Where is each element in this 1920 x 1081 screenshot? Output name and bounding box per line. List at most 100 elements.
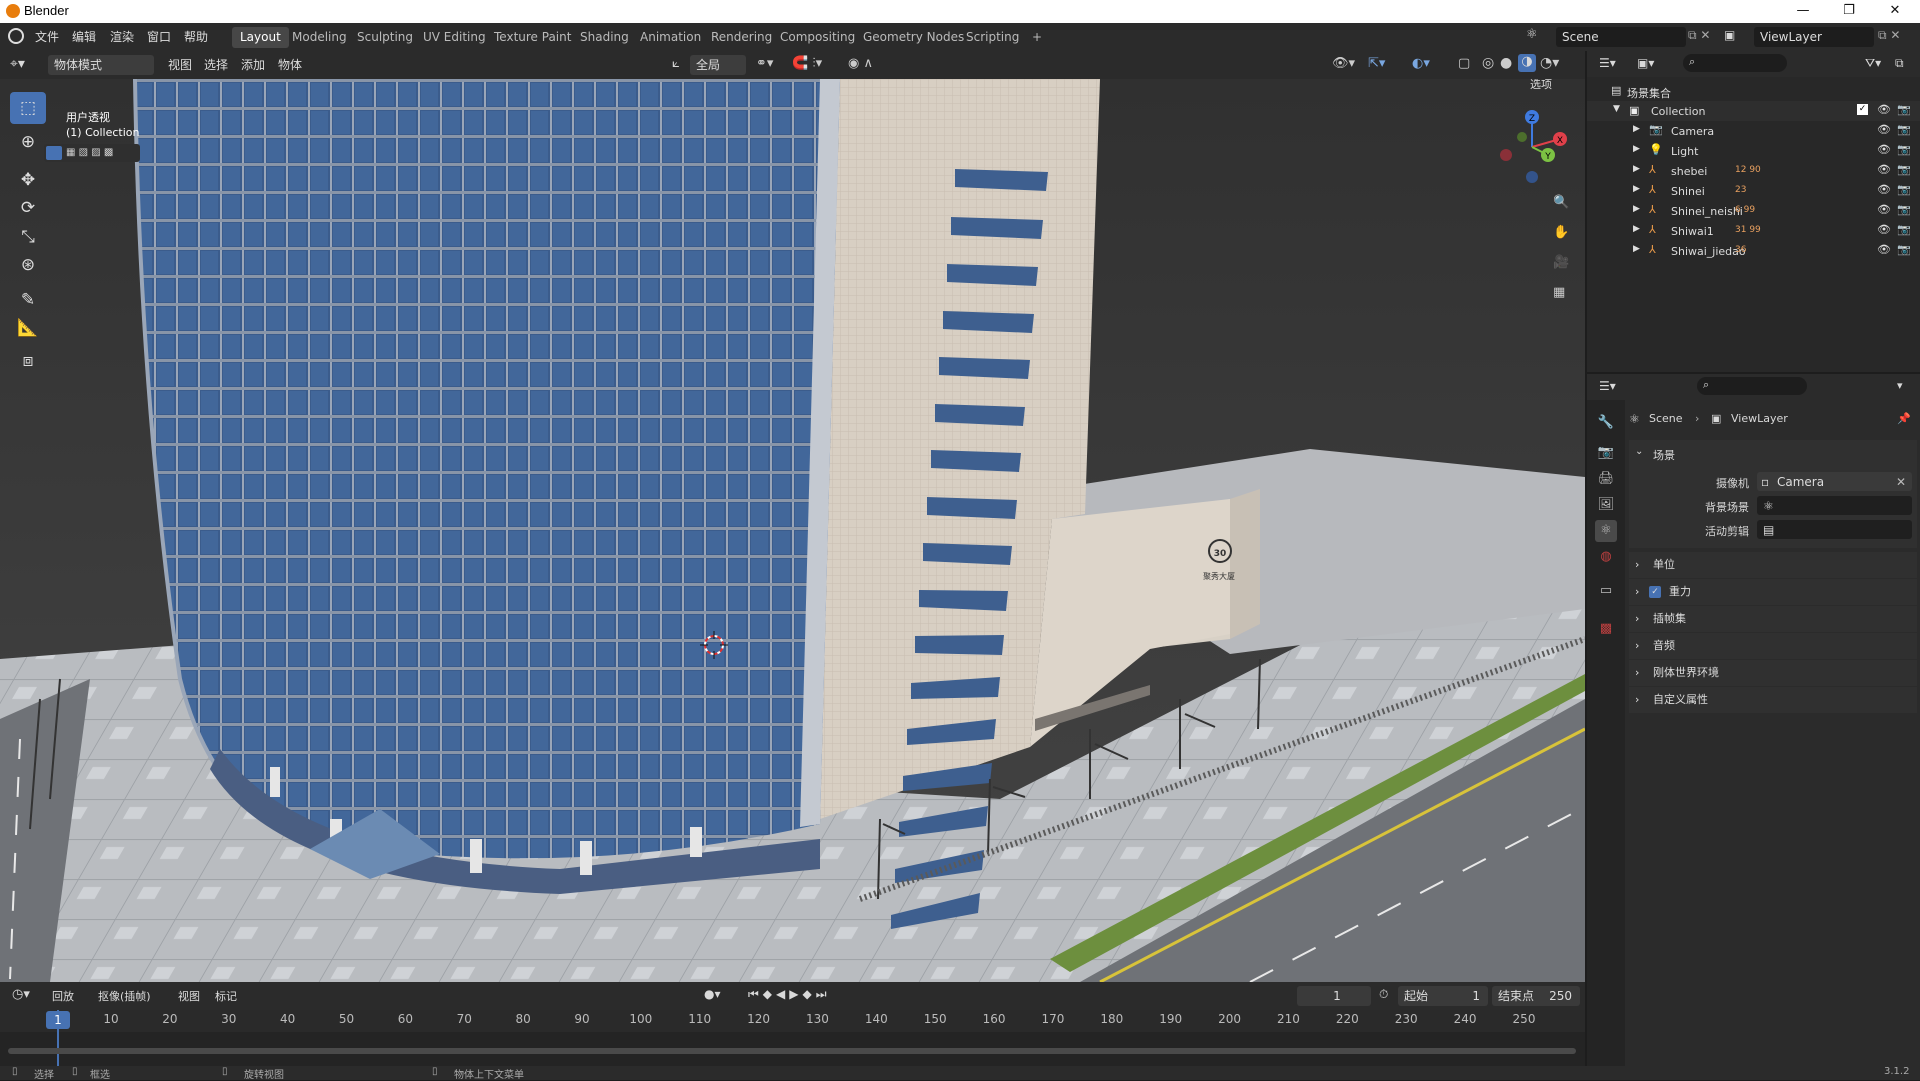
menu-edit[interactable]: 编辑 — [72, 28, 96, 45]
tool-transform-icon[interactable]: ⊛ — [10, 249, 46, 281]
workspace-tab-uv-editing[interactable]: UV Editing — [415, 27, 494, 48]
render-camera-icon[interactable]: 📷 — [1897, 123, 1911, 136]
collection-tab-icon[interactable]: ▭ — [1595, 580, 1617, 602]
blender-menu-icon[interactable] — [8, 28, 24, 44]
scene-selector[interactable]: Scene — [1556, 27, 1686, 47]
visibility-eye-icon[interactable]: 👁 — [1877, 123, 1891, 136]
menu-render[interactable]: 渲染 — [110, 28, 134, 45]
expand-arrow-icon[interactable]: ▼ — [1613, 104, 1620, 114]
vp-menu-object[interactable]: 物体 — [278, 56, 302, 73]
filter-icon[interactable]: ⛛▾ — [1865, 56, 1881, 71]
props-editor-icon[interactable]: ☰▾ — [1599, 379, 1616, 393]
options-dropdown[interactable]: 选项 — [1530, 79, 1552, 92]
tool-cursor-icon[interactable]: ⊕ — [10, 126, 46, 158]
pivot-icon[interactable]: ⚭▾ — [756, 56, 773, 71]
tool-rotate-icon[interactable]: ⟳ — [10, 192, 46, 224]
vp-menu-select[interactable]: 选择 — [204, 56, 228, 73]
workspace-tab-texture-paint[interactable]: Texture Paint — [486, 27, 579, 48]
render-camera-icon[interactable]: 📷 — [1897, 223, 1911, 236]
pin-icon[interactable]: 📌 — [1897, 412, 1911, 425]
expand-arrow-icon[interactable]: ▶ — [1633, 144, 1640, 154]
visibility-eye-icon[interactable]: 👁 — [1877, 163, 1891, 176]
clear-camera-icon[interactable]: ✕ — [1896, 472, 1906, 492]
start-frame-field[interactable]: 起始 1 — [1398, 986, 1488, 1006]
menu-help[interactable]: 帮助 — [184, 28, 208, 45]
camera-field[interactable]: ▫ Camera ✕ — [1757, 472, 1912, 491]
tool-measure-icon[interactable]: 📐 — [10, 312, 46, 344]
outliner-row-object[interactable]: ▶ ⅄ Shinei_neishi 6 99 👁 📷 — [1587, 201, 1920, 221]
render-camera-icon[interactable]: 📷 — [1897, 163, 1911, 176]
stopwatch-icon[interactable]: ⏱ — [1379, 987, 1388, 1002]
render-camera-icon[interactable]: 📷 — [1897, 103, 1911, 116]
new-collection-icon[interactable]: ⧉ — [1895, 56, 1904, 71]
expand-arrow-icon[interactable]: ▶ — [1633, 204, 1640, 214]
section-custom-properties[interactable]: › 自定义属性 — [1629, 687, 1917, 713]
current-frame-field[interactable]: 1 — [1297, 986, 1371, 1006]
visibility-eye-icon[interactable]: 👁 — [1877, 203, 1891, 216]
zoom-icon[interactable]: 🔍 — [1553, 195, 1569, 210]
scene-icon[interactable]: ⚛ — [1526, 27, 1538, 42]
viewlayer-selector[interactable]: ViewLayer — [1754, 27, 1874, 47]
timeline-menu-playback[interactable]: 回放 — [52, 988, 74, 1004]
visibility-icon[interactable]: 👁▾ — [1332, 56, 1355, 71]
shading-rendered-icon[interactable]: ◔▾ — [1540, 55, 1559, 71]
select-modes-icon[interactable]: ▦ ▧ ▨ ▩ — [66, 147, 113, 158]
minimize-button[interactable]: — — [1780, 0, 1826, 23]
overlay-toggle-icon[interactable]: ◐▾ — [1412, 56, 1430, 71]
visibility-eye-icon[interactable]: 👁 — [1877, 243, 1891, 256]
workspace-tab-layout[interactable]: Layout — [232, 27, 289, 48]
section-units[interactable]: › 单位 — [1629, 552, 1917, 578]
outliner-row-object[interactable]: ▶ ⅄ Shinei 23 👁 📷 — [1587, 181, 1920, 201]
visibility-eye-icon[interactable]: 👁 — [1877, 143, 1891, 156]
select-mode-buttons[interactable]: ▦ ▧ ▨ ▩ — [44, 144, 140, 162]
timeline-menu-marker[interactable]: 标记 — [215, 988, 237, 1004]
end-frame-field[interactable]: 结束点 250 — [1492, 986, 1580, 1006]
outliner-row-object[interactable]: ▶ ⅄ shebei 12 90 👁 📷 — [1587, 161, 1920, 181]
expand-arrow-icon[interactable]: ▶ — [1633, 224, 1640, 234]
menu-window[interactable]: 窗口 — [147, 28, 171, 45]
tool-select-box[interactable]: ⬚ — [10, 92, 46, 124]
outliner-search[interactable]: ⌕ — [1683, 54, 1787, 72]
vp-menu-add[interactable]: 添加 — [241, 56, 265, 73]
outliner-editor-icon[interactable]: ☰▾ — [1599, 56, 1616, 70]
xray-icon[interactable]: ▢ — [1458, 56, 1470, 71]
workspace-tab-modeling[interactable]: Modeling — [284, 27, 355, 48]
viewlayer-icon[interactable]: ▣ — [1724, 28, 1735, 42]
section-keying-sets[interactable]: › 插帧集 — [1629, 606, 1917, 632]
transform-orientation-icon[interactable]: ⟀ — [672, 56, 680, 71]
visibility-eye-icon[interactable]: 👁 — [1877, 183, 1891, 196]
expand-arrow-icon[interactable]: ▶ — [1633, 164, 1640, 174]
outliner-row-collection[interactable]: ▼ ▣ Collection ✓ 👁 📷 — [1587, 101, 1920, 121]
scene-tab-icon[interactable]: ⚛ — [1595, 520, 1617, 542]
world-tab-icon[interactable]: ◍ — [1595, 546, 1617, 568]
outliner-row-scene-collection[interactable]: ▤ 场景集合 — [1587, 81, 1920, 101]
ortho-grid-icon[interactable]: ▦ — [1553, 285, 1565, 300]
outliner-row-object[interactable]: ▶ ⅄ Shiwai_jiedao 36 👁 📷 — [1587, 241, 1920, 261]
close-window-button[interactable]: ✕ — [1872, 0, 1918, 23]
shading-material-icon[interactable]: ◑ — [1518, 54, 1536, 72]
frame-ruler[interactable]: 1102030405060708090100110120130140150160… — [0, 1010, 1585, 1032]
snap-icon[interactable]: 🧲 ⫶▾ — [792, 56, 822, 71]
render-camera-icon[interactable]: 📷 — [1897, 183, 1911, 196]
navigation-gizmo[interactable]: Z X Y — [1492, 107, 1572, 187]
gizmo-toggle-icon[interactable]: ⇱▾ — [1368, 56, 1385, 71]
props-search[interactable]: ⌕ — [1697, 377, 1807, 395]
mode-selector[interactable]: 物体模式 — [48, 55, 154, 75]
exclude-checkbox[interactable]: ✓ — [1857, 104, 1868, 115]
section-rigid-body-world[interactable]: › 刚体世界环境 — [1629, 660, 1917, 686]
timeline-menu-keying[interactable]: 抠像(插帧) — [98, 988, 151, 1004]
render-tab-icon[interactable]: 📷 — [1595, 442, 1617, 464]
props-options-icon[interactable]: ▾ — [1897, 379, 1903, 392]
workspace-tab-compositing[interactable]: Compositing — [772, 27, 863, 48]
workspace-tab-geometry-nodes[interactable]: Geometry Nodes — [855, 27, 972, 48]
texture-tab-icon[interactable]: ▩ — [1595, 618, 1617, 640]
playhead-frame[interactable]: 1 — [46, 1011, 70, 1029]
gravity-checkbox[interactable]: ✓ — [1649, 586, 1661, 598]
vp-menu-view[interactable]: 视图 — [168, 56, 192, 73]
proportional-edit-icon[interactable]: ◉ ∧ — [848, 56, 873, 71]
menu-file[interactable]: 文件 — [35, 28, 59, 45]
select-new-icon[interactable] — [46, 146, 62, 160]
shading-solid-icon[interactable]: ● — [1500, 55, 1512, 71]
pan-hand-icon[interactable]: ✋ — [1553, 225, 1569, 240]
workspace-tab-rendering[interactable]: Rendering — [703, 27, 780, 48]
